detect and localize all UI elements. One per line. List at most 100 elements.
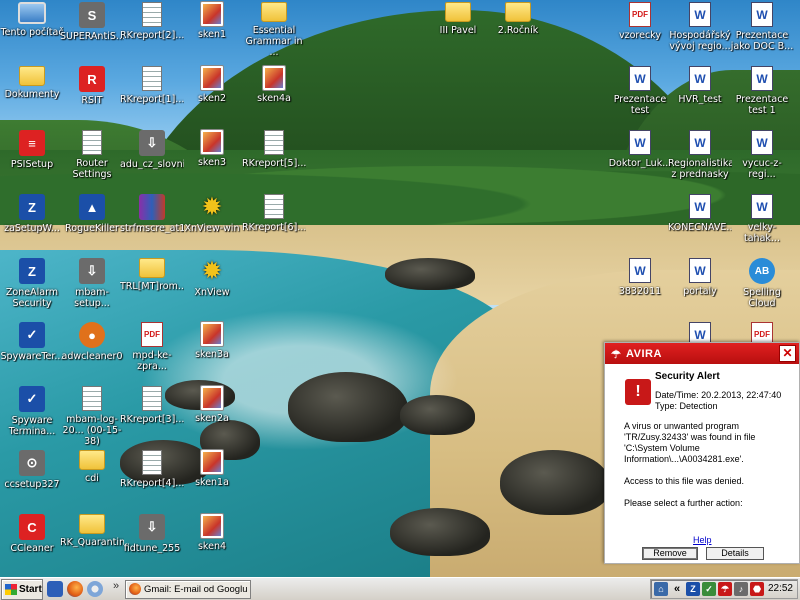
spywareterminator-icon: ✓ <box>19 322 45 348</box>
tray-speaker-icon[interactable]: ♪ <box>734 582 748 596</box>
desktop-icon-sken2[interactable]: sken2 <box>180 66 244 104</box>
folder-icon <box>505 2 531 22</box>
desktop-icon-spywareter[interactable]: ✓ SpywareTer... <box>0 322 64 362</box>
desktop-icon-sken1[interactable]: sken1 <box>180 2 244 40</box>
desktop-icon-sken1a[interactable]: sken1a <box>180 450 244 488</box>
desktop-icon-spelling-cloud[interactable]: AB Spelling Cloud <box>730 258 794 309</box>
image-icon <box>201 130 223 154</box>
quicklaunch-browser-icon[interactable] <box>87 581 103 597</box>
desktop-icon-mpd-ke-zpra[interactable]: PDF mpd-ke-zpra... <box>120 322 184 372</box>
desktop-icon-strfmscre-at1[interactable]: strfmscre_at1 <box>120 194 184 234</box>
taskbar-item-gmail[interactable]: Gmail: E-mail od Googlu -... <box>125 579 251 599</box>
desktop-icon-zasetupw[interactable]: ZzaSetupW... <box>0 194 64 234</box>
desktop-icon-trl-mt-rom[interactable]: TRL[MT]rom... <box>120 258 184 292</box>
desktop-icon-rkreport-4[interactable]: RKreport[4]... <box>120 450 184 489</box>
desktop-icon-rkreport-2[interactable]: RKreport[2]... <box>120 2 184 41</box>
tray-shield-icon[interactable]: ✓ <box>702 582 716 596</box>
ccleaner-setup-icon: ⊙ <box>19 450 45 476</box>
desktop-icon-vycuc-z-regi[interactable]: Wvycuc-z-regi... <box>730 130 794 180</box>
tray-security-icon[interactable]: ⬣ <box>750 582 764 596</box>
desktop-icon-dokumenty[interactable]: Dokumenty <box>0 66 64 100</box>
desktop-icon-rkreport-5[interactable]: RKreport[5]... <box>242 130 306 169</box>
desktop-icon-sken4[interactable]: sken4 <box>180 514 244 552</box>
computer-icon <box>18 2 46 24</box>
folder-icon <box>139 258 165 278</box>
close-button[interactable]: ✕ <box>779 345 796 362</box>
details-button[interactable]: Details <box>706 547 764 560</box>
desktop-icon-superantispyware[interactable]: S SUPERAntiS... <box>60 2 124 42</box>
desktop-icon-cdi[interactable]: cdi <box>60 450 124 484</box>
desktop-icon-adwcleaner[interactable]: ● adwcleaner0 <box>60 322 124 362</box>
word-document-icon: W <box>751 194 773 219</box>
desktop-icon-iii-pavel[interactable]: III Pavel <box>426 2 490 36</box>
tray-avira-icon[interactable]: ☂ <box>718 582 732 596</box>
desktop-icon-prezentace-test-1[interactable]: W Prezentace test 1 <box>730 66 794 116</box>
desktop-icon-rkreport-1[interactable]: RKreport[1]... <box>120 66 184 105</box>
desktop-icon-roguekiller[interactable]: ▲ RogueKiller <box>60 194 124 234</box>
desktop-icon-psisetup[interactable]: ≡ PSISetup <box>0 130 64 170</box>
desktop-icon-portaly[interactable]: Wportaly <box>668 258 732 297</box>
text-document-icon <box>264 194 284 219</box>
desktop-icon-sken2a[interactable]: sken2a <box>180 386 244 424</box>
icon-label: adwcleaner0 <box>61 351 123 362</box>
desktop-icon-rkreport-6[interactable]: RKreport[6]... <box>242 194 306 233</box>
icon-label: RKreport[4]... <box>120 478 184 489</box>
tray-zonealarm-icon[interactable]: Z <box>686 582 700 596</box>
avira-umbrella-icon: ☂ <box>611 348 622 361</box>
zonealarm-icon: Z <box>19 258 45 284</box>
tray-expand-button[interactable]: « <box>670 582 684 596</box>
desktop-icon-mbam-log[interactable]: mbam-log-20... (00-15-38) <box>60 386 124 447</box>
background-rock <box>500 450 610 515</box>
icon-label: RKreport[5]... <box>242 158 306 169</box>
installer-icon: ⇩ <box>79 258 105 284</box>
superantispyware-icon: S <box>79 2 105 28</box>
desktop-icon-essential-grammar[interactable]: Essential Grammar in ... <box>242 2 306 58</box>
desktop-icon-hospodarsky-vyvoj[interactable]: W Hospodářský vývoj regio... <box>668 2 732 52</box>
icon-label: Essential Grammar in ... <box>245 25 303 58</box>
desktop-icon-ccleaner[interactable]: C CCleaner <box>0 514 64 554</box>
desktop-icon-spyware-terminator[interactable]: ✓ Spyware Termina... <box>0 386 64 437</box>
quicklaunch-firefox-icon[interactable] <box>67 581 83 597</box>
spywareterminator-icon: ✓ <box>19 386 45 412</box>
desktop-icon-router-settings[interactable]: Router Settings <box>60 130 124 180</box>
windows-logo-icon <box>5 583 17 595</box>
desktop-icon-mbam-setup[interactable]: ⇩ mbam-setup... <box>60 258 124 309</box>
desktop-icon-ccsetup327[interactable]: ⊙ ccsetup327 <box>0 450 64 490</box>
desktop-icon-konecnave[interactable]: W KONECNAVE... <box>668 194 732 233</box>
alert-message: A virus or unwanted program 'TR/Zusy.324… <box>624 421 756 464</box>
remove-button[interactable]: Remove <box>642 547 698 560</box>
desktop-icon-rkreport-3[interactable]: RKreport[3]... <box>120 386 184 425</box>
desktop-icon-adu-cz-slovnik[interactable]: ⇩ adu_cz_slovnik <box>120 130 184 170</box>
desktop-icon-3832011[interactable]: W 3832011 <box>608 258 672 297</box>
icon-label: vycuc-z-regi... <box>742 158 782 180</box>
quicklaunch-more-button[interactable]: » <box>111 580 121 598</box>
desktop-icon-rsit[interactable]: R RSIT <box>60 66 124 106</box>
help-link[interactable]: Help <box>693 535 712 545</box>
desktop-icon-fidtune-255[interactable]: ⇩ fidtune_255 <box>120 514 184 554</box>
desktop-icon-hvr-test[interactable]: W HVR_test <box>668 66 732 105</box>
icon-label: SUPERAntiS... <box>60 31 124 42</box>
desktop-icon-rk-quarantine[interactable]: RK_Quarantine <box>60 514 124 548</box>
xnview-icon: ✹ <box>202 258 222 283</box>
clock[interactable]: 22:52 <box>768 583 793 594</box>
start-button[interactable]: Start <box>1 578 43 600</box>
desktop-icon-xnview[interactable]: ✹ XnView <box>180 258 244 298</box>
desktop-icon-regionalistika[interactable]: W Regionalistika z prednasky <box>668 130 732 180</box>
desktop-icon-2-rocnik[interactable]: 2.Ročník <box>486 2 550 36</box>
desktop-icon-doktor-luk[interactable]: W Doktor_Luk... <box>608 130 672 169</box>
desktop-icon-vzorecky[interactable]: PDF vzorecky <box>608 2 672 41</box>
desktop-icon-sken4a[interactable]: sken4a <box>242 66 306 104</box>
desktop-icon-zonealarm-security[interactable]: Z ZoneAlarm Security <box>0 258 64 309</box>
desktop-icon-sken3a[interactable]: sken3a <box>180 322 244 360</box>
desktop: Tento počítač S SUPERAntiS... RKreport[2]… <box>0 0 800 577</box>
desktop-icon-prezentace-test[interactable]: W Prezentace test <box>608 66 672 116</box>
image-icon <box>201 66 223 90</box>
desktop-icon-xnview-win[interactable]: ✹ XnView-win <box>180 194 244 234</box>
desktop-icon-sken3[interactable]: sken3 <box>180 130 244 168</box>
quicklaunch-save-icon[interactable] <box>47 581 63 597</box>
tray-network-icon[interactable]: ⌂ <box>654 582 668 596</box>
desktop-icon-prezentace-doc[interactable]: W Prezentace jako DOC B... <box>730 2 794 52</box>
desktop-icon-velky-tahak[interactable]: Wvelky-tahak... <box>730 194 794 244</box>
pdf-icon: PDF <box>629 2 651 27</box>
desktop-icon-tento-pocitac[interactable]: Tento počítač <box>0 2 64 38</box>
